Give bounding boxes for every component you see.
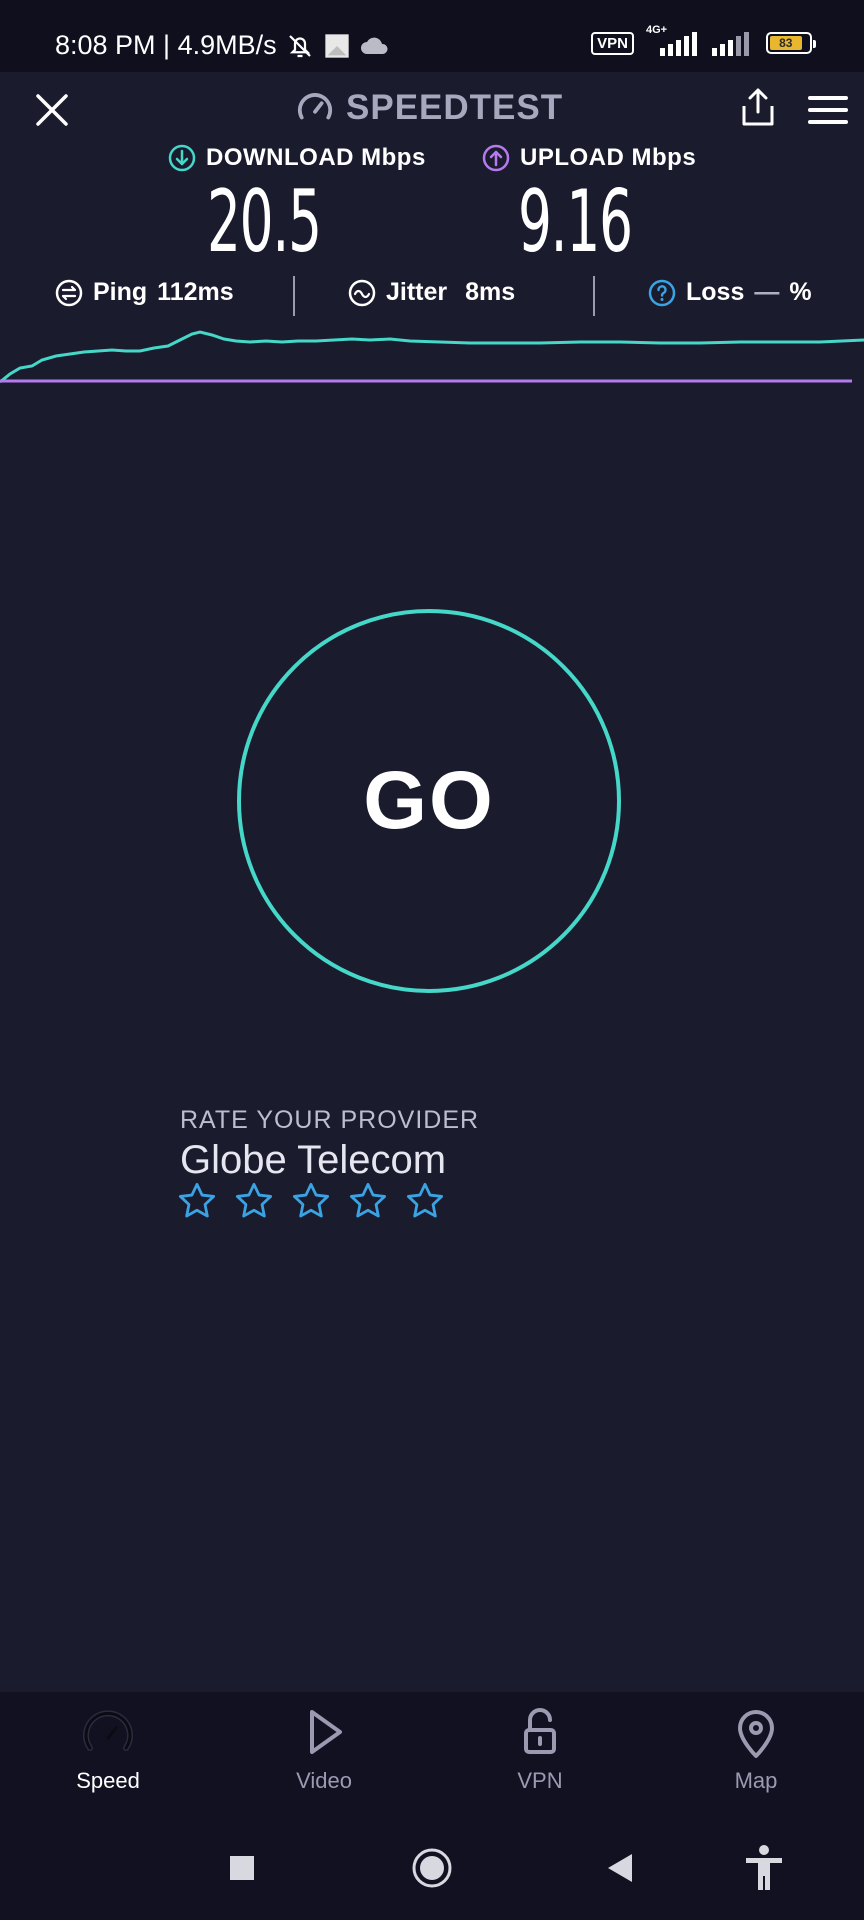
- ping-stat: Ping 112ms: [55, 278, 234, 307]
- share-icon: [742, 88, 774, 126]
- speedometer-icon: [297, 93, 333, 120]
- star-rating: [176, 1180, 446, 1222]
- map-pin-icon: [738, 1710, 774, 1758]
- hamburger-menu-icon: [808, 96, 848, 124]
- nav-label: VPN: [517, 1768, 563, 1793]
- loss-unit: %: [789, 278, 812, 306]
- back-button[interactable]: [590, 1838, 650, 1898]
- signal-4g-icon: 4G+: [646, 24, 698, 58]
- battery-level: 83: [770, 36, 802, 50]
- nav-label: Map: [734, 1768, 778, 1793]
- star-icon[interactable]: [404, 1180, 446, 1222]
- star-icon[interactable]: [290, 1180, 332, 1222]
- close-button[interactable]: [30, 88, 74, 132]
- upload-label: UPLOAD Mbps: [520, 144, 697, 171]
- square-icon: [230, 1856, 254, 1880]
- notifications-off-icon: [288, 34, 311, 57]
- ping-value: 112ms: [157, 278, 234, 306]
- nav-label: Video: [296, 1768, 352, 1793]
- star-icon[interactable]: [347, 1180, 389, 1222]
- nav-vpn[interactable]: VPN: [465, 1702, 615, 1794]
- share-button[interactable]: [736, 86, 780, 130]
- star-icon[interactable]: [233, 1180, 275, 1222]
- provider-name: Globe Telecom: [180, 1138, 447, 1182]
- loss-label: Loss: [686, 278, 745, 306]
- brand-name: SPEEDTEST: [346, 88, 564, 127]
- jitter-label: Jitter: [386, 278, 448, 306]
- loss-stat[interactable]: Loss — %: [648, 278, 812, 307]
- star-icon[interactable]: [176, 1180, 218, 1222]
- download-value: 20.5: [207, 172, 322, 272]
- speed-graph: [0, 330, 864, 384]
- cloud-icon: [360, 37, 388, 54]
- status-right: VPN 4G+ 83: [591, 24, 816, 58]
- download-arrow-icon: [168, 144, 196, 172]
- nav-video[interactable]: Video: [249, 1702, 399, 1794]
- upload-header: UPLOAD Mbps: [482, 144, 696, 172]
- close-icon: [36, 94, 68, 126]
- home-circle-icon: [412, 1848, 452, 1888]
- home-button[interactable]: [402, 1838, 462, 1898]
- divider: [293, 276, 295, 316]
- ping-icon: [55, 279, 83, 306]
- divider: [593, 276, 595, 316]
- nav-map[interactable]: Map: [681, 1702, 831, 1794]
- upload-value: 9.16: [518, 172, 633, 272]
- jitter-stat: Jitter 8ms: [348, 278, 515, 307]
- vpn-badge: VPN: [591, 31, 634, 55]
- nav-speed[interactable]: Speed: [33, 1702, 183, 1794]
- recent-apps-button[interactable]: [212, 1838, 272, 1898]
- nav-label: Speed: [76, 1768, 140, 1793]
- status-time-speed: 8:08 PM | 4.9MB/s: [55, 30, 277, 60]
- download-header: DOWNLOAD Mbps: [168, 144, 426, 172]
- jitter-value: 8ms: [465, 278, 516, 306]
- status-left: 8:08 PM | 4.9MB/s: [55, 30, 391, 61]
- battery-icon: 83: [766, 32, 816, 54]
- play-icon: [310, 1710, 342, 1754]
- download-speed-line: [0, 330, 864, 384]
- lock-icon: [524, 1708, 556, 1754]
- rate-provider-title: RATE YOUR PROVIDER: [180, 1106, 480, 1134]
- signal-icon: [712, 32, 749, 56]
- upload-arrow-icon: [482, 144, 510, 172]
- loss-value: —: [754, 278, 780, 306]
- app-brand: SPEEDTEST: [296, 88, 563, 128]
- jitter-icon: [348, 279, 376, 306]
- menu-button[interactable]: [806, 90, 850, 130]
- help-icon[interactable]: [648, 279, 676, 307]
- go-button[interactable]: GO: [237, 609, 621, 993]
- image-icon: [324, 33, 349, 58]
- accessibility-icon: [746, 1845, 782, 1890]
- back-triangle-icon: [608, 1854, 632, 1882]
- speedometer-icon: [83, 1710, 133, 1751]
- ping-label: Ping: [93, 278, 148, 306]
- accessibility-button[interactable]: [734, 1838, 794, 1898]
- download-label: DOWNLOAD Mbps: [206, 144, 426, 171]
- go-label: GO: [363, 755, 495, 846]
